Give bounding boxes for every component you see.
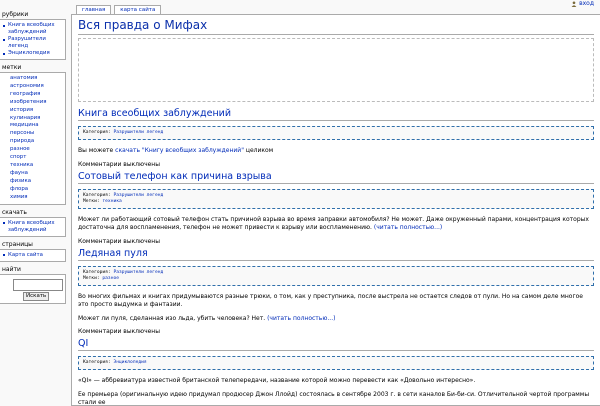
search-button[interactable]: Искать	[23, 292, 49, 301]
comments-status: Комментарии выключены	[78, 161, 594, 168]
read-more-link[interactable]: (читать полностью...)	[374, 224, 442, 231]
post-text: «QI» — аббревиатура известной британской…	[78, 377, 594, 386]
pages-item[interactable]: Карта сайта	[3, 252, 64, 259]
tag-item[interactable]: география	[3, 91, 64, 99]
post-meta: Категория: Разрушители легенд Метки: тех…	[78, 189, 594, 209]
post-text: Может ли пуля, сделанная изо льда, убить…	[78, 315, 594, 324]
portlet-title: метки	[0, 63, 66, 72]
post-title[interactable]: Ледяная пуля	[78, 248, 594, 261]
post-title-link[interactable]: Ледяная пуля	[78, 248, 148, 259]
tag-item[interactable]: разное	[3, 146, 64, 154]
post-title[interactable]: Сотовый телефон как причина взрыва	[78, 171, 594, 184]
ad-placeholder	[78, 38, 594, 102]
tag-item[interactable]: изобретения	[3, 99, 64, 107]
tag-link[interactable]: техника	[102, 199, 121, 204]
tag-item[interactable]: химия	[3, 194, 64, 202]
tag-link[interactable]: кулинария	[10, 115, 40, 121]
user-icon	[571, 1, 577, 7]
post-title-link[interactable]: QI	[78, 338, 88, 349]
tag-link[interactable]: разное	[102, 276, 119, 281]
portlet-title: скачать	[0, 208, 66, 217]
tag-link[interactable]: техника	[10, 162, 33, 168]
category-link[interactable]: Разрушители легенд	[113, 193, 163, 198]
portlet-title: найти	[0, 265, 66, 274]
sitemap-link[interactable]: Карта сайта	[8, 252, 43, 258]
post-title-link[interactable]: Книга всеобщих заблуждений	[78, 108, 231, 119]
tag-item[interactable]: кулинария	[3, 115, 64, 123]
category-label: Категория:	[83, 270, 111, 275]
tag-item[interactable]: анатомия	[3, 75, 64, 83]
download-book-link[interactable]: скачать "Книгу всеобщих заблуждений"	[115, 147, 244, 154]
comments-status: Комментарии выключены	[78, 328, 594, 335]
tag-link[interactable]: персоны	[10, 130, 34, 136]
post-meta: Категория: Разрушители легенд Метки: раз…	[78, 266, 594, 286]
portlet-tags: метки анатомия астрономия география изобрет…	[0, 63, 66, 205]
tag-list: анатомия астрономия география изобретения ис…	[3, 75, 64, 202]
tag-link[interactable]: фауна	[10, 170, 28, 176]
category-label: Категория:	[83, 193, 111, 198]
tag-item[interactable]: техника	[3, 162, 64, 170]
tags-label: Метки:	[83, 199, 100, 204]
login-label[interactable]: вход	[579, 0, 594, 7]
portlet-title: страницы	[0, 240, 66, 249]
tag-link[interactable]: изобретения	[10, 99, 46, 105]
tag-link[interactable]: география	[10, 91, 40, 97]
download-item[interactable]: Книга всеобщих заблуждений	[3, 220, 64, 234]
category-label: Категория:	[83, 360, 111, 365]
post-title-link[interactable]: Сотовый телефон как причина взрыва	[78, 171, 272, 182]
page-title: Вся правда о Мифах	[78, 18, 594, 35]
post-title[interactable]: Книга всеобщих заблуждений	[78, 108, 594, 121]
tag-link[interactable]: разное	[10, 146, 30, 152]
read-more-link[interactable]: (читать полностью...)	[267, 315, 335, 322]
tag-link[interactable]: химия	[10, 194, 28, 200]
tags-label: Метки:	[83, 276, 100, 281]
tag-link[interactable]: спорт	[10, 154, 26, 160]
post-meta: Категория: Разрушители легенд	[78, 126, 594, 140]
post-title[interactable]: QI	[78, 338, 594, 351]
post-text: Во многих фильмах и книгах придумываются…	[78, 293, 594, 310]
comments-status: Комментарии выключены	[78, 238, 594, 245]
main-content: Вся правда о Мифах Книга всеобщих заблуж…	[71, 14, 600, 406]
tag-link[interactable]: астрономия	[10, 83, 44, 89]
download-link[interactable]: Книга всеобщих заблуждений	[8, 220, 55, 233]
post-text: Ее премьера (оригинальную идею придумал …	[78, 391, 594, 406]
tag-link[interactable]: история	[10, 107, 33, 113]
post-text: Вы можете скачать "Книгу всеобщих заблуж…	[78, 147, 594, 156]
tag-item[interactable]: история	[3, 107, 64, 115]
post-text: Может ли работающий сотовый телефон стат…	[78, 216, 594, 233]
tag-item[interactable]: физика	[3, 178, 64, 186]
rubric-item[interactable]: Энциклопедия	[3, 50, 64, 57]
portlet-download: скачать Книга всеобщих заблуждений	[0, 208, 66, 237]
tag-item[interactable]: фауна	[3, 170, 64, 178]
login-link[interactable]: вход	[571, 0, 594, 7]
category-label: Категория:	[83, 130, 111, 135]
tag-link[interactable]: анатомия	[10, 75, 37, 81]
portlet-title: рубрики	[0, 10, 66, 19]
rubric-link[interactable]: Разрушители легенд	[8, 36, 46, 49]
sidebar: рубрики Книга всеобщих заблуждений Разру…	[0, 10, 66, 307]
tag-item[interactable]: астрономия	[3, 83, 64, 91]
portlet-rubrics: рубрики Книга всеобщих заблуждений Разру…	[0, 10, 66, 60]
tag-item[interactable]: медицина	[3, 122, 64, 130]
rubric-item[interactable]: Разрушители легенд	[3, 36, 64, 50]
tag-item[interactable]: флора	[3, 186, 64, 194]
portlet-search: найти Искать	[0, 265, 66, 304]
tag-link[interactable]: физика	[10, 178, 31, 184]
category-link[interactable]: Разрушители легенд	[113, 270, 163, 275]
rubric-item[interactable]: Книга всеобщих заблуждений	[3, 22, 64, 36]
rubric-link[interactable]: Книга всеобщих заблуждений	[8, 22, 55, 35]
tag-item[interactable]: персоны	[3, 130, 64, 138]
tag-item[interactable]: спорт	[3, 154, 64, 162]
portlet-pages: страницы Карта сайта	[0, 240, 66, 262]
tag-item[interactable]: природа	[3, 138, 64, 146]
rubric-link[interactable]: Энциклопедия	[8, 50, 50, 56]
post-meta: Категория: Энциклопедия	[78, 356, 594, 370]
search-input[interactable]	[13, 279, 63, 291]
tag-link[interactable]: флора	[10, 186, 28, 192]
tag-link[interactable]: природа	[10, 138, 34, 144]
tag-link[interactable]: медицина	[10, 122, 39, 128]
category-link[interactable]: Энциклопедия	[113, 360, 146, 365]
category-link[interactable]: Разрушители легенд	[113, 130, 163, 135]
